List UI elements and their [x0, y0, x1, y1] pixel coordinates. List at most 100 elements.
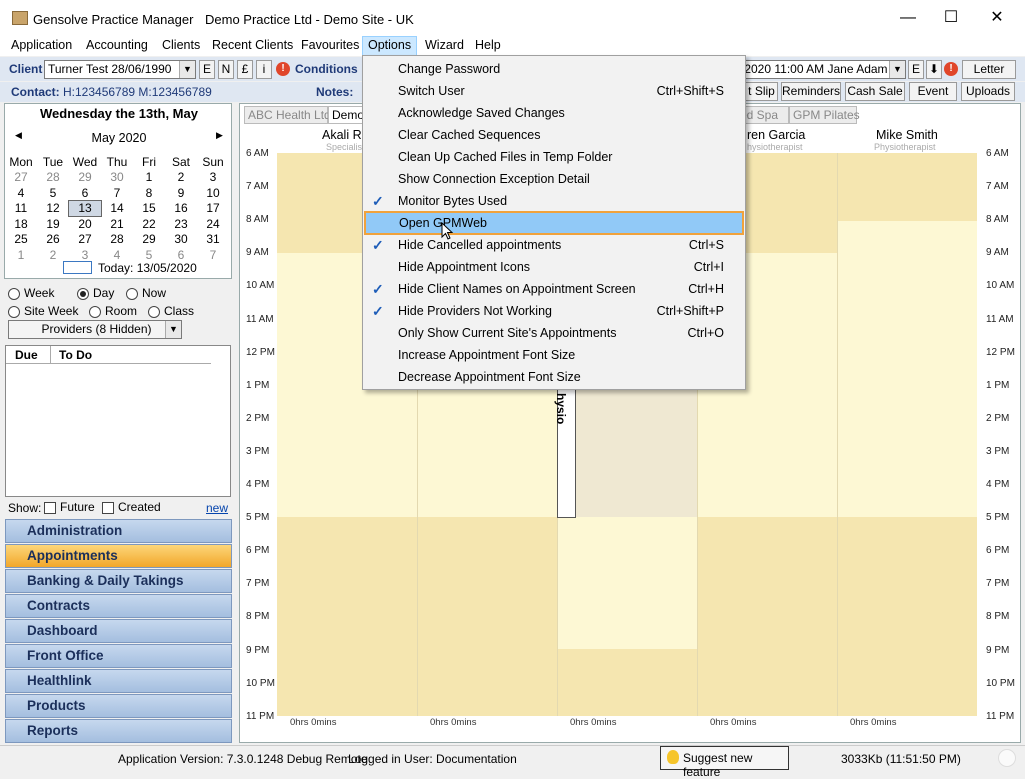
- nav-banking[interactable]: Banking & Daily Takings: [5, 569, 232, 593]
- calendar-day[interactable]: 20: [69, 216, 101, 232]
- calendar-day[interactable]: 1: [5, 247, 37, 263]
- radio-day[interactable]: Day: [77, 286, 114, 300]
- calendar-day[interactable]: 27: [69, 232, 101, 248]
- menu-wizard[interactable]: Wizard: [425, 38, 464, 52]
- menu-item-change-password[interactable]: Change Password: [364, 58, 744, 80]
- calendar-day[interactable]: 28: [37, 170, 69, 186]
- menu-item-acknowledge[interactable]: Acknowledge Saved Changes: [364, 102, 744, 124]
- calendar-day[interactable]: 18: [5, 216, 37, 232]
- calendar-day[interactable]: 7: [101, 185, 133, 201]
- client-edit-button[interactable]: E: [199, 60, 215, 79]
- calendar-day[interactable]: 17: [197, 201, 229, 217]
- menu-item-open-gpmweb[interactable]: Open GPMWeb: [364, 211, 744, 235]
- suggest-feature-button[interactable]: Suggest new feature: [660, 746, 789, 779]
- tab-demo[interactable]: Demo: [328, 106, 364, 124]
- calendar-day[interactable]: 24: [197, 216, 229, 232]
- calendar-day[interactable]: 10: [197, 185, 229, 201]
- radio-site-week[interactable]: Site Week: [8, 304, 78, 318]
- calendar-day[interactable]: 29: [133, 232, 165, 248]
- calendar-day[interactable]: 6: [69, 185, 101, 201]
- radio-class[interactable]: Class: [148, 304, 194, 318]
- uploads-button[interactable]: Uploads: [961, 82, 1015, 101]
- menu-item-connection-detail[interactable]: Show Connection Exception Detail: [364, 168, 744, 190]
- download-icon[interactable]: ⬇: [926, 60, 942, 79]
- calendar-day[interactable]: 21: [101, 216, 133, 232]
- menu-item-hide-providers[interactable]: ✓ Hide Providers Not Working Ctrl+Shift+P: [364, 300, 744, 322]
- calendar-day[interactable]: 16: [165, 201, 197, 217]
- calendar-day[interactable]: 5: [37, 185, 69, 201]
- calendar-day[interactable]: 11: [5, 201, 37, 217]
- menu-item-decrease-font[interactable]: Decrease Appointment Font Size: [364, 366, 744, 388]
- radio-week[interactable]: Week: [8, 286, 54, 300]
- event-button[interactable]: Event: [909, 82, 957, 101]
- menu-options[interactable]: Options: [362, 36, 418, 56]
- calendar-day[interactable]: 2: [165, 170, 197, 186]
- calendar-day[interactable]: 9: [165, 185, 197, 201]
- calendar-day[interactable]: 4: [5, 185, 37, 201]
- calendar-day[interactable]: 30: [165, 232, 197, 248]
- minimize-button[interactable]: —: [888, 6, 928, 30]
- menu-item-switch-user[interactable]: Switch User Ctrl+Shift+S: [364, 80, 744, 102]
- calendar-day[interactable]: 29: [69, 170, 101, 186]
- calendar-day[interactable]: 23: [165, 216, 197, 232]
- calendar-day[interactable]: 14: [101, 201, 133, 217]
- tab-gpm-pilates[interactable]: GPM Pilates: [789, 106, 860, 124]
- calendar-day[interactable]: 27: [5, 170, 37, 186]
- nav-front-office[interactable]: Front Office: [5, 644, 232, 668]
- cash-sale-button[interactable]: Cash Sale: [845, 82, 905, 101]
- calendar-day[interactable]: 7: [197, 247, 229, 263]
- calendar-day[interactable]: 22: [133, 216, 165, 232]
- menu-recent-clients[interactable]: Recent Clients: [212, 38, 293, 52]
- appointment-edit-button[interactable]: E: [908, 60, 924, 79]
- calendar-day[interactable]: 28: [101, 232, 133, 248]
- menu-item-clear-sequences[interactable]: Clear Cached Sequences: [364, 124, 744, 146]
- menu-help[interactable]: Help: [475, 38, 501, 52]
- maximize-button[interactable]: ☐: [931, 6, 971, 30]
- provider-name[interactable]: ren Garcia: [747, 128, 805, 142]
- radio-room[interactable]: Room: [89, 304, 137, 318]
- provider-name[interactable]: Mike Smith: [876, 128, 938, 142]
- appointment-block[interactable]: hysio: [554, 387, 576, 518]
- menu-clients[interactable]: Clients: [162, 38, 200, 52]
- menu-item-hide-icons[interactable]: Hide Appointment Icons Ctrl+I: [364, 256, 744, 278]
- nav-reports[interactable]: Reports: [5, 719, 232, 743]
- reminders-button[interactable]: Reminders: [781, 82, 841, 101]
- letter-button[interactable]: Letter: [962, 60, 1016, 79]
- calendar-day[interactable]: 30: [101, 170, 133, 186]
- nav-products[interactable]: Products: [5, 694, 232, 718]
- calendar-day[interactable]: 31: [197, 232, 229, 248]
- menu-item-clean-cache[interactable]: Clean Up Cached Files in Temp Folder: [364, 146, 744, 168]
- today-label[interactable]: Today: 13/05/2020: [98, 261, 197, 275]
- client-new-button[interactable]: N: [218, 60, 234, 79]
- menu-item-increase-font[interactable]: Increase Appointment Font Size: [364, 344, 744, 366]
- nav-administration[interactable]: Administration: [5, 519, 232, 543]
- calendar-day[interactable]: 3: [197, 170, 229, 186]
- todo-col-todo[interactable]: To Do: [59, 348, 92, 362]
- menu-item-monitor-bytes[interactable]: ✓ Monitor Bytes Used: [364, 190, 744, 212]
- calendar-day[interactable]: 26: [37, 232, 69, 248]
- client-combo[interactable]: Turner Test 28/06/1990 ▼: [44, 60, 196, 79]
- provider-name[interactable]: Akali R: [322, 128, 362, 142]
- calendar-day[interactable]: 15: [133, 201, 165, 217]
- tab-abc-health[interactable]: ABC Health Ltd.: [244, 106, 334, 124]
- nav-dashboard[interactable]: Dashboard: [5, 619, 232, 643]
- calendar-day[interactable]: 12: [37, 201, 69, 217]
- created-checkbox[interactable]: Created: [102, 500, 161, 514]
- menu-favourites[interactable]: Favourites: [301, 38, 359, 52]
- alert-icon[interactable]: !: [944, 62, 958, 76]
- appointment-combo[interactable]: /2020 11:00 AM Jane Adam ▼: [738, 60, 906, 79]
- calendar-next-icon[interactable]: ▶: [216, 130, 223, 141]
- client-info-button[interactable]: i: [256, 60, 272, 79]
- future-checkbox[interactable]: Future: [44, 500, 95, 514]
- providers-dropdown[interactable]: Providers (8 Hidden) ▼: [8, 320, 182, 339]
- menu-item-current-site[interactable]: Only Show Current Site's Appointments Ctr…: [364, 322, 744, 344]
- nav-contracts[interactable]: Contracts: [5, 594, 232, 618]
- calendar-day[interactable]: 8: [133, 185, 165, 201]
- calendar-day[interactable]: 19: [37, 216, 69, 232]
- calendar-day[interactable]: 1: [133, 170, 165, 186]
- alert-icon[interactable]: !: [276, 62, 290, 76]
- provider-column[interactable]: [837, 153, 977, 716]
- client-account-button[interactable]: £: [237, 60, 253, 79]
- slip-button[interactable]: t Slip: [746, 82, 778, 101]
- close-button[interactable]: ✕: [977, 6, 1017, 30]
